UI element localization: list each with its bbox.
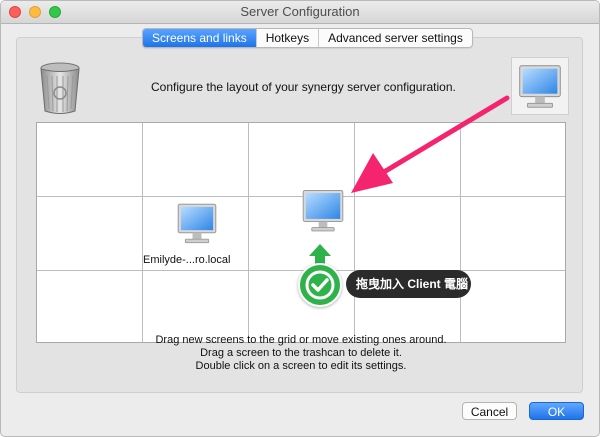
- new-screen-source[interactable]: [511, 57, 569, 115]
- tab-advanced-server-settings[interactable]: Advanced server settings: [318, 29, 472, 47]
- tab-bar: Screens and links Hotkeys Advanced serve…: [142, 28, 473, 48]
- tab-hotkeys[interactable]: Hotkeys: [255, 29, 318, 47]
- check-icon-glyph: [305, 270, 335, 300]
- drag-client-callout: 拖曳加入 Client 電腦: [346, 270, 471, 298]
- help-line-3: Double click on a screen to edit its set…: [195, 360, 407, 372]
- monitor-icon: [302, 190, 344, 232]
- help-line-2: Drag a screen to the trashcan to delete …: [200, 347, 402, 359]
- grid-divider: [142, 123, 143, 342]
- server-configuration-window: Server Configuration Screens and links H…: [0, 0, 600, 437]
- screen-emilyde[interactable]: [167, 197, 227, 249]
- monitor-icon: [177, 203, 217, 244]
- tab-screens-and-links[interactable]: Screens and links: [143, 29, 256, 47]
- screen-new-client[interactable]: [298, 187, 348, 235]
- help-line-1: Drag new screens to the grid or move exi…: [155, 334, 447, 346]
- grid-divider: [248, 123, 249, 342]
- ok-button[interactable]: OK: [529, 402, 584, 420]
- screen-label: Emilyde-...ro.local: [143, 254, 231, 266]
- window-title: Server Configuration: [240, 4, 360, 19]
- monitor-icon: [519, 65, 561, 108]
- grid-divider: [460, 123, 461, 342]
- callout-text: 拖曳加入 Client 電腦: [356, 277, 469, 291]
- trash-icon[interactable]: [38, 61, 82, 115]
- grid-divider: [354, 123, 355, 342]
- check-icon: [298, 263, 342, 307]
- configuration-instruction: Configure the layout of your synergy ser…: [151, 80, 456, 94]
- cancel-button[interactable]: Cancel: [462, 402, 517, 420]
- title-bar[interactable]: Server Configuration: [1, 1, 599, 24]
